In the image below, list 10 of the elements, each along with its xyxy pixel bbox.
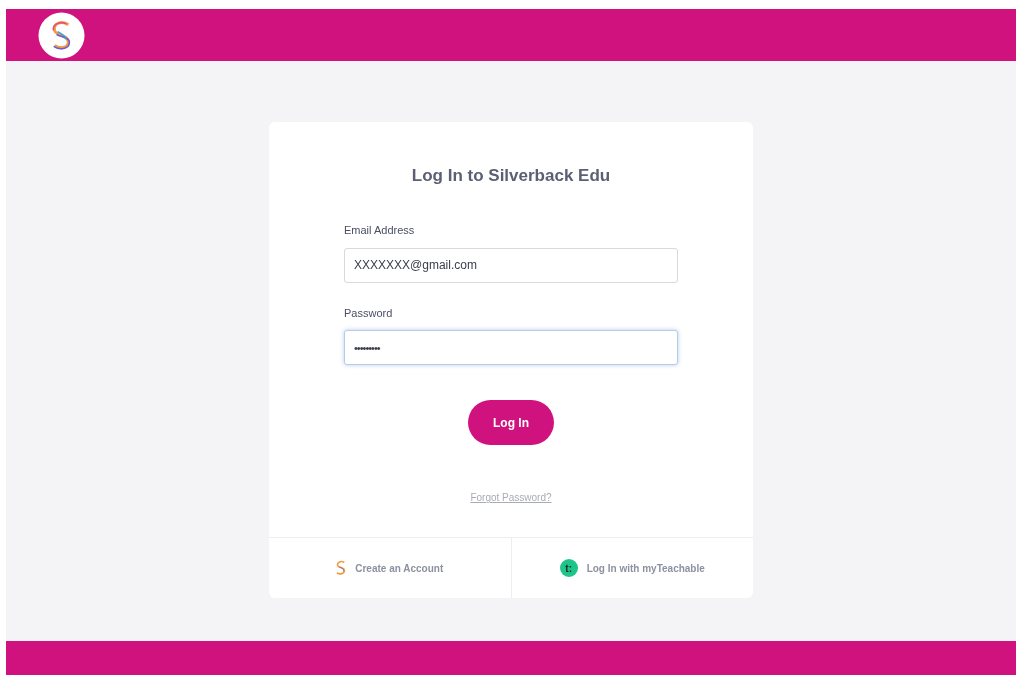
login-title: Log In to Silverback Edu	[410, 166, 612, 187]
logo-icon[interactable]	[38, 11, 85, 59]
email-field[interactable]: XXXXXXX@gmail.com	[344, 247, 678, 283]
field-label: Email Address	[344, 223, 416, 239]
teachable-login-link[interactable]: t: Log In with myTeachable	[510, 538, 753, 598]
field-label: Password	[344, 305, 394, 321]
login-button[interactable]: Log In	[468, 400, 554, 446]
logo-icon	[336, 560, 347, 576]
password-field[interactable]: •••••••••	[344, 330, 678, 366]
teachable-icon: t:	[559, 559, 578, 577]
